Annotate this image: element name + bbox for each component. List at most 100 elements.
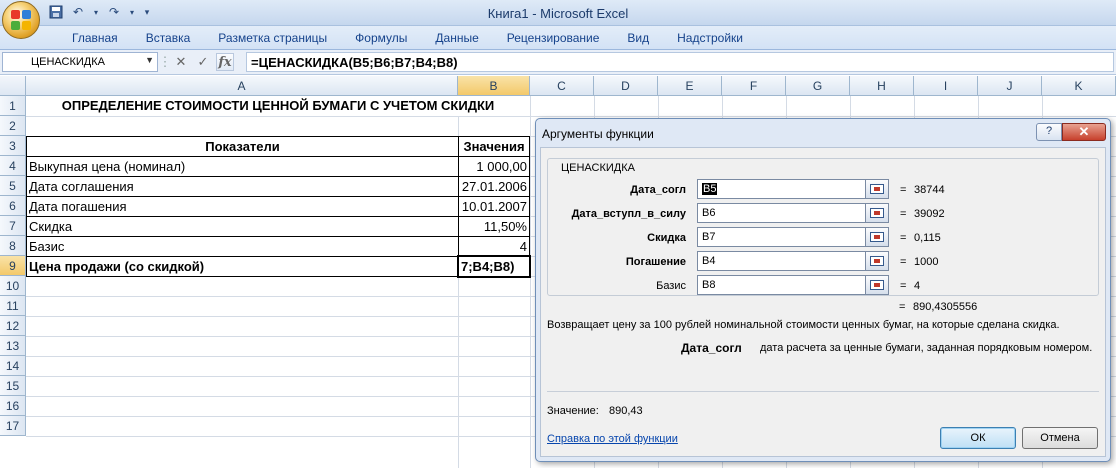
row-header-17[interactable]: 17 xyxy=(0,416,26,436)
dialog-body: ЦЕНАСКИДКА Дата_согл B5 = 38744 Дата_вст… xyxy=(540,147,1106,457)
dialog-help-button[interactable]: ? xyxy=(1036,123,1062,141)
column-header-j[interactable]: J xyxy=(978,76,1042,96)
table-row-value[interactable]: 11,50% xyxy=(458,216,530,237)
table-row-value[interactable]: 4 xyxy=(458,236,530,257)
table-row-label[interactable]: Цена продажи (со скидкой) xyxy=(26,256,459,277)
header-cell-indicators[interactable]: Показатели xyxy=(26,136,459,157)
window-title: Книга1 - Microsoft Excel xyxy=(487,6,629,21)
row-header-3[interactable]: 3 xyxy=(0,136,26,156)
column-header-i[interactable]: I xyxy=(914,76,978,96)
row-header-14[interactable]: 14 xyxy=(0,356,26,376)
function-help-link[interactable]: Справка по этой функции xyxy=(547,433,678,445)
arg-input-basis[interactable]: B8 xyxy=(697,275,867,295)
close-window-button[interactable] xyxy=(1088,0,1116,18)
minimize-button[interactable] xyxy=(1032,0,1060,18)
tab-page-layout[interactable]: Разметка страницы xyxy=(204,31,341,45)
collapse-dialog-button[interactable] xyxy=(865,251,889,271)
tab-view[interactable]: Вид xyxy=(613,31,663,45)
table-row-label[interactable]: Дата погашения xyxy=(26,196,459,217)
column-header-g[interactable]: G xyxy=(786,76,850,96)
ribbon-tabs: Главная Вставка Разметка страницы Формул… xyxy=(58,31,757,45)
arg-input-redemption[interactable]: B4 xyxy=(697,251,867,271)
ribbon: Главная Вставка Разметка страницы Формул… xyxy=(0,26,1116,50)
column-header-c[interactable]: C xyxy=(530,76,594,96)
collapse-dialog-button[interactable] xyxy=(865,275,889,295)
arg-result-basis: 4 xyxy=(914,280,921,292)
table-row-label[interactable]: Скидка xyxy=(26,216,459,237)
name-box-dropdown-icon[interactable]: ▼ xyxy=(145,55,154,65)
formula-bar-grip-icon: ⋮ xyxy=(158,54,172,69)
name-box[interactable]: ЦЕНАСКИДКА ▼ xyxy=(2,52,158,72)
arg-input-settlement-value: B5 xyxy=(702,183,718,195)
arg-result-settlement: 38744 xyxy=(914,184,945,196)
ok-button[interactable]: ОК xyxy=(940,427,1016,449)
cancel-entry-icon[interactable]: ✕ xyxy=(172,53,190,71)
arg-input-settlement[interactable]: B5 xyxy=(697,179,867,199)
column-header-h[interactable]: H xyxy=(850,76,914,96)
dialog-close-button[interactable]: ✕ xyxy=(1062,123,1106,141)
range-select-icon xyxy=(870,256,884,266)
formula-buttons: ⋮ ✕ ✓ fx xyxy=(158,53,234,71)
dialog-controls: ? ✕ xyxy=(1036,123,1106,141)
column-header-b[interactable]: B xyxy=(458,76,530,96)
table-row-label[interactable]: Дата соглашения xyxy=(26,176,459,197)
column-header-d[interactable]: D xyxy=(594,76,658,96)
tab-insert[interactable]: Вставка xyxy=(132,31,205,45)
arg-input-discount[interactable]: B7 xyxy=(697,227,867,247)
arg-help-text: дата расчета за ценные бумаги, заданная … xyxy=(760,342,1093,354)
row-header-1[interactable]: 1 xyxy=(0,96,26,116)
table-row-value[interactable]: 1 000,00 xyxy=(458,156,530,177)
range-select-icon xyxy=(870,208,884,218)
confirm-entry-icon[interactable]: ✓ xyxy=(194,53,212,71)
row-header-7[interactable]: 7 xyxy=(0,216,26,236)
value-result: 890,43 xyxy=(609,405,643,417)
table-row-value[interactable]: 27.01.2006 xyxy=(458,176,530,197)
column-header-e[interactable]: E xyxy=(658,76,722,96)
office-button[interactable] xyxy=(2,1,40,39)
tab-review[interactable]: Рецензирование xyxy=(493,31,614,45)
column-header-a[interactable]: A xyxy=(26,76,458,96)
header-cell-values[interactable]: Значения xyxy=(458,136,530,157)
formula-input[interactable]: =ЦЕНАСКИДКА(B5;B6;B7;B4;B8) xyxy=(246,52,1114,72)
sheet-title-cell[interactable]: ОПРЕДЕЛЕНИЕ СТОИМОСТИ ЦЕННОЙ БУМАГИ С УЧ… xyxy=(26,96,530,116)
arg-result-maturity-date: 39092 xyxy=(914,208,945,220)
table-row-value[interactable]: 10.01.2007 xyxy=(458,196,530,217)
table-row-label[interactable]: Выкупная цена (номинал) xyxy=(26,156,459,177)
collapse-dialog-button[interactable] xyxy=(865,179,889,199)
row-header-12[interactable]: 12 xyxy=(0,316,26,336)
arg-equals: = xyxy=(900,256,907,268)
insert-function-icon[interactable]: fx xyxy=(216,53,234,71)
total-result: 890,4305556 xyxy=(913,301,978,313)
function-arguments-dialog: Аргументы функции ? ✕ ЦЕНАСКИДКА Дата_со… xyxy=(535,118,1111,462)
row-header-10[interactable]: 10 xyxy=(0,276,26,296)
tab-home[interactable]: Главная xyxy=(58,31,132,45)
tab-formulas[interactable]: Формулы xyxy=(341,31,421,45)
dialog-title: Аргументы функции xyxy=(542,127,654,141)
row-header-11[interactable]: 11 xyxy=(0,296,26,316)
active-cell-b9[interactable]: 7;B4;B8) xyxy=(457,255,531,278)
arg-input-maturity-date[interactable]: B6 xyxy=(697,203,867,223)
function-description: Возвращает цену за 100 рублей номинально… xyxy=(547,319,1060,331)
maximize-button[interactable] xyxy=(1060,0,1088,18)
row-header-9[interactable]: 9 xyxy=(0,256,26,276)
column-header-k[interactable]: K xyxy=(1042,76,1116,96)
row-header-4[interactable]: 4 xyxy=(0,156,26,176)
row-header-5[interactable]: 5 xyxy=(0,176,26,196)
row-header-8[interactable]: 8 xyxy=(0,236,26,256)
arg-help-name: Дата_согл xyxy=(681,341,742,355)
row-header-6[interactable]: 6 xyxy=(0,196,26,216)
row-header-2[interactable]: 2 xyxy=(0,116,26,136)
row-header-15[interactable]: 15 xyxy=(0,376,26,396)
window-controls xyxy=(1032,0,1116,18)
table-row-label[interactable]: Базис xyxy=(26,236,459,257)
column-header-f[interactable]: F xyxy=(722,76,786,96)
cancel-button[interactable]: Отмена xyxy=(1022,427,1098,449)
select-all-corner[interactable] xyxy=(0,76,26,96)
collapse-dialog-button[interactable] xyxy=(865,203,889,223)
row-header-16[interactable]: 16 xyxy=(0,396,26,416)
row-header-13[interactable]: 13 xyxy=(0,336,26,356)
tab-addins[interactable]: Надстройки xyxy=(663,31,757,45)
tab-data[interactable]: Данные xyxy=(421,31,492,45)
collapse-dialog-button[interactable] xyxy=(865,227,889,247)
dialog-separator xyxy=(547,391,1099,392)
